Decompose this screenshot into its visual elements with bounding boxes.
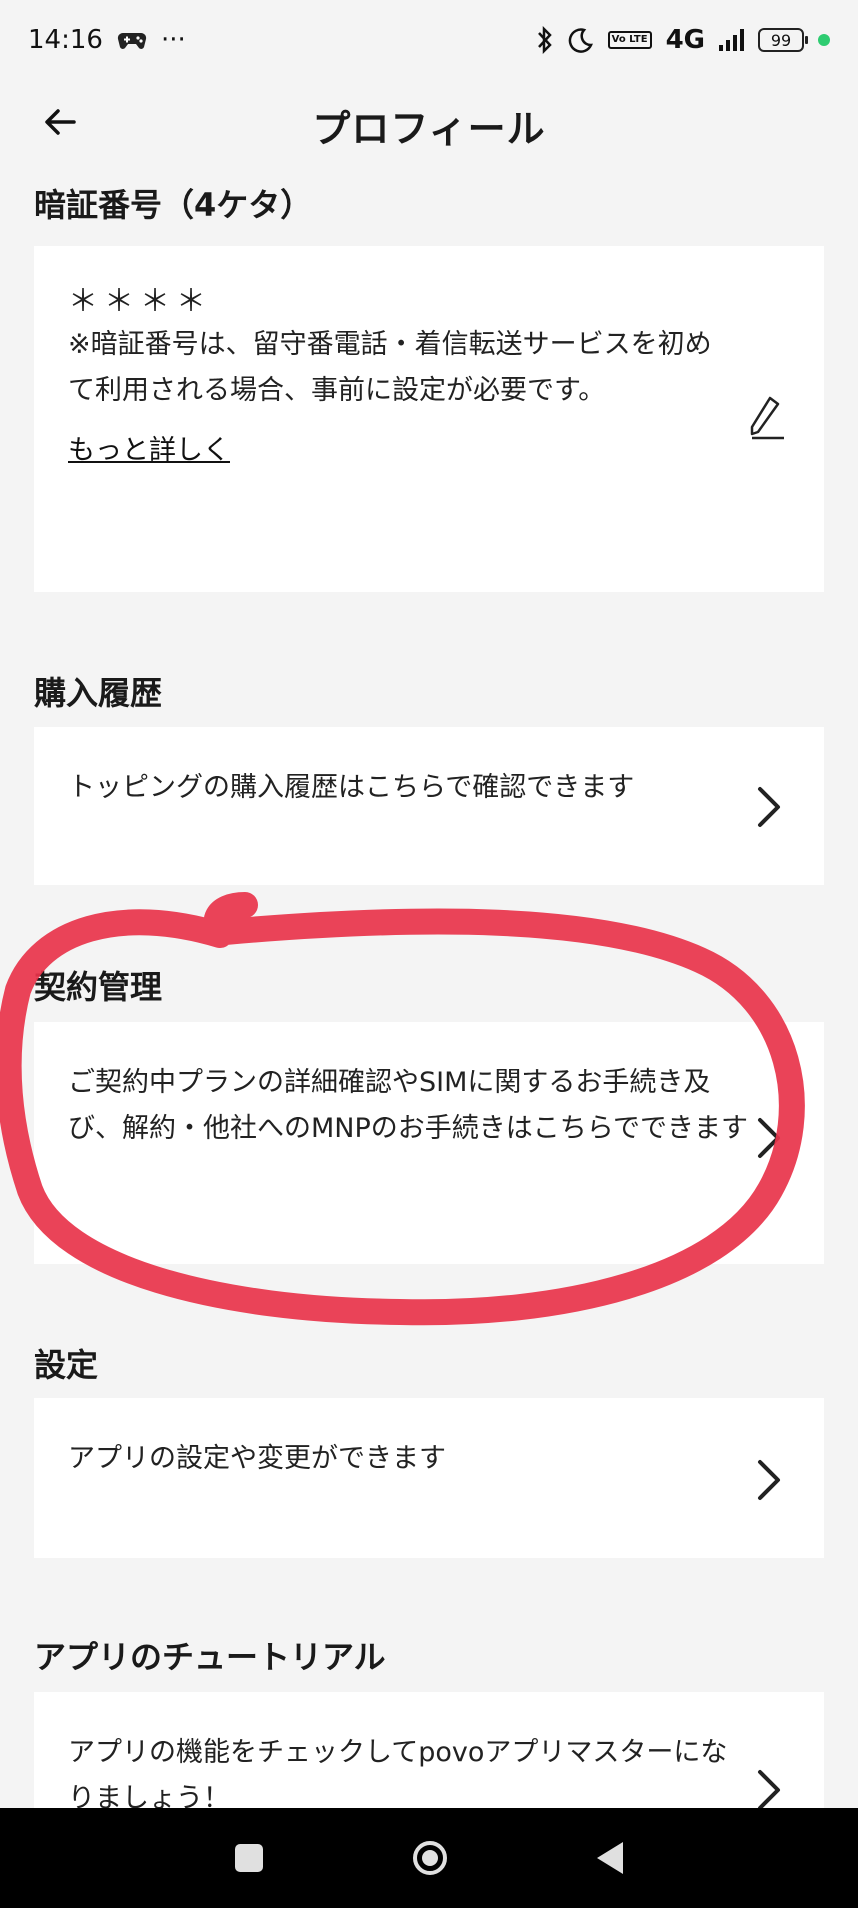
contract-description: ご契約中プランの詳細確認やSIMに関するお手続き及び、解約・他社へのMNPのお手… (68, 1067, 748, 1144)
status-left: 14:16 ··· (28, 25, 186, 55)
status-right: Vo LTE 4G 99 (536, 25, 830, 55)
tutorial-description: アプリの機能をチェックしてpovoアプリマスターになりましょう！ (68, 1737, 728, 1808)
purchase-history-card[interactable]: トッピングの購入履歴はこちらで確認できます (34, 727, 824, 885)
system-back-button[interactable] (597, 1842, 623, 1874)
chevron-right-icon (758, 787, 780, 827)
game-controller-icon (117, 32, 147, 49)
more-details-link[interactable]: もっと詳しく (68, 435, 230, 466)
chevron-right-icon (758, 1460, 780, 1500)
contract-card[interactable]: ご契約中プランの詳細確認やSIMに関するお手続き及び、解約・他社へのMNPのお手… (34, 1022, 824, 1264)
clock: 14:16 (28, 25, 103, 55)
pin-masked-value: ＊＊＊＊ (68, 284, 212, 319)
pin-section-title: 暗証番号（4ケタ） (34, 186, 313, 224)
home-button[interactable] (413, 1841, 447, 1875)
system-navigation-bar (0, 1808, 858, 1908)
tutorial-section-title: アプリのチュートリアル (34, 1638, 386, 1676)
chevron-right-icon (758, 1770, 780, 1808)
network-type: 4G (665, 25, 705, 55)
battery-level: 99 (770, 30, 792, 50)
settings-card[interactable]: アプリの設定や変更ができます (34, 1398, 824, 1558)
status-bar: 14:16 ··· Vo LTE 4G 99 (0, 0, 858, 80)
app-header: プロフィール (0, 92, 858, 152)
privacy-indicator-dot (818, 34, 830, 46)
pin-description: ※暗証番号は、留守番電話・着信転送サービスを初めて利用される場合、事前に設定が必… (68, 329, 712, 406)
edit-pencil-icon[interactable] (744, 392, 788, 442)
settings-section-title: 設定 (34, 1346, 99, 1384)
tutorial-card[interactable]: アプリの機能をチェックしてpovoアプリマスターになりましょう！ (34, 1692, 824, 1808)
chevron-right-icon (758, 1118, 780, 1158)
signal-icon (719, 29, 744, 51)
bluetooth-icon (537, 26, 552, 54)
battery-icon: 99 (758, 28, 808, 52)
recent-apps-button[interactable] (235, 1844, 263, 1872)
settings-description: アプリの設定や変更ができます (68, 1443, 446, 1474)
notification-overflow: ··· (160, 25, 186, 55)
home-button-dot (422, 1850, 438, 1866)
volte-icon: Vo LTE (607, 31, 652, 49)
contract-section-title: 契約管理 (34, 968, 163, 1006)
page-title: プロフィール (312, 107, 546, 151)
pin-card[interactable]: ＊＊＊＊ ※暗証番号は、留守番電話・着信転送サービスを初めて利用される場合、事前… (34, 246, 824, 592)
purchase-history-section-title: 購入履歴 (34, 674, 163, 712)
moon-icon (568, 28, 593, 53)
purchase-history-description: トッピングの購入履歴はこちらで確認できます (68, 772, 635, 803)
